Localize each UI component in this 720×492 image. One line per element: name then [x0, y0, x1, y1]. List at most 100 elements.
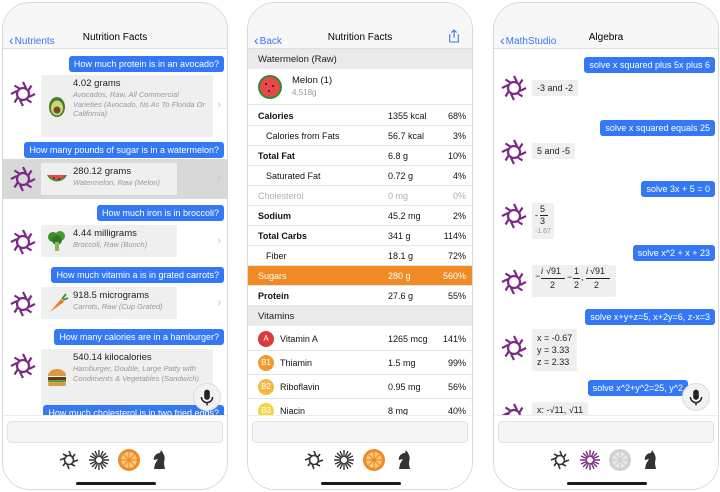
nutrient-row[interactable]: Sodium 45.2 mg 2% — [248, 206, 472, 226]
vitamin-percent: 141% — [442, 334, 466, 344]
question-bubble: How much vitamin a is in grated carrots? — [51, 267, 224, 283]
nutrient-label: Total Carbs — [258, 231, 307, 241]
nutrient-label: Sodium — [258, 211, 291, 221]
question-bubble: solve x^2 + x + 23 — [632, 245, 715, 261]
question-bubble: How much iron is in broccoli? — [96, 205, 224, 221]
vitamin-label: Riboflavin — [280, 382, 320, 392]
tab-math-logo-icon[interactable] — [57, 448, 81, 472]
share-icon[interactable] — [448, 29, 460, 48]
broccoli-icon — [44, 228, 70, 254]
answer-card[interactable]: 5 and -5 — [532, 143, 576, 159]
question-bubble: solve x squared equals 25 — [600, 120, 715, 136]
nutrient-row[interactable]: Protein 27.6 g 55% — [248, 286, 472, 306]
nutrient-label: Calories from Fats — [266, 131, 340, 141]
nutrition-table[interactable]: Watermelon (Raw) Melon (1) 4,518g Calori… — [248, 49, 472, 415]
tab-knight-icon[interactable] — [392, 448, 416, 472]
question-bubble: How much protein is in an avocado? — [68, 56, 224, 72]
tab-knight-icon[interactable] — [638, 448, 662, 472]
nutrient-label: Cholesterol — [258, 191, 304, 201]
nutrient-percent: 0% — [452, 191, 466, 201]
chat-area[interactable]: solve x squared plus 5x plus 6 -3 and -2… — [494, 49, 718, 415]
nutrient-row[interactable]: Calories from Fats 56.7 kcal 3% — [248, 126, 472, 146]
tab-bar — [494, 448, 718, 478]
vitamin-row[interactable]: A Vitamin A 1265 mcg 141% — [248, 327, 472, 351]
chevron-right-icon: › — [217, 99, 221, 111]
bottom-bar — [3, 415, 227, 489]
chat-area[interactable]: How much protein is in an avocado? 4.02 … — [3, 49, 227, 415]
question-bubble: How many calories are in a hamburger? — [54, 329, 224, 345]
tab-math-logo-icon[interactable] — [302, 448, 326, 472]
app-logo-icon — [8, 227, 38, 257]
nutrient-row[interactable]: Cholesterol 0 mg 0% — [248, 186, 472, 206]
tab-starburst-icon[interactable] — [332, 448, 356, 472]
nutrient-row[interactable]: Total Fat 6.8 g 10% — [248, 146, 472, 166]
nutrient-percent: 10% — [447, 151, 466, 161]
nutrient-label: Fiber — [266, 251, 287, 261]
answer-card[interactable]: - 5 3 -1.67 — [532, 203, 554, 239]
microphone-button[interactable] — [193, 383, 221, 411]
chevron-right-icon: › — [217, 235, 221, 247]
tab-math-logo-icon[interactable] — [548, 448, 572, 472]
app-logo-icon — [499, 267, 529, 297]
nutrient-row[interactable]: Total Carbs 341 g 114% — [248, 226, 472, 246]
vitamin-row[interactable]: B1 Thiamin 1.5 mg 99% — [248, 351, 472, 375]
nutrient-row[interactable]: Fiber 18.1 g 72% — [248, 246, 472, 266]
vitamin-label: Niacin — [280, 406, 306, 415]
tab-starburst-icon[interactable] — [87, 448, 111, 472]
answer-card[interactable]: 4.02 grams Avocados, Raw, All Commercial… — [41, 75, 213, 137]
answer-card[interactable]: x: -√11, √11 — [532, 402, 589, 415]
page-title: Algebra — [588, 32, 624, 43]
tab-orange-slice-icon[interactable] — [117, 448, 141, 472]
vitamins-header: Vitamins — [248, 306, 472, 326]
vitamin-badge: B2 — [258, 379, 274, 395]
query-input[interactable] — [498, 421, 714, 443]
query-input[interactable] — [252, 421, 468, 443]
query-input[interactable] — [7, 421, 223, 443]
app-logo-icon — [8, 289, 38, 319]
vitamin-row[interactable]: B2 Riboflavin 0.95 mg 56% — [248, 375, 472, 399]
app-logo-icon — [8, 164, 38, 194]
nutrient-percent: 114% — [443, 231, 466, 241]
nav-bar: ‹MathStudio Algebra — [494, 3, 718, 49]
answer-card[interactable]: 4.44 milligrams Broccoli, Raw (Bunch) — [41, 225, 177, 257]
nutrient-percent: 2% — [452, 211, 466, 221]
answer-card[interactable]: − i √91 2 − 1 2 , i √91 2 — [532, 265, 616, 297]
microphone-button[interactable] — [682, 383, 710, 411]
vitamin-label: Vitamin A — [280, 334, 318, 344]
tab-orange-slice-icon[interactable] — [608, 448, 632, 472]
nutrient-amount: 280 g — [388, 271, 411, 281]
app-logo-icon — [8, 79, 38, 109]
nutrient-row[interactable]: Calories 1355 kcal 68% — [248, 106, 472, 126]
nutrient-percent: 68% — [447, 111, 466, 121]
vitamin-amount: 8 mg — [388, 406, 409, 415]
question-bubble: solve 3x + 5 = 0 — [641, 181, 715, 197]
nutrient-label: Protein — [258, 291, 290, 301]
tab-bar — [3, 448, 227, 478]
nutrient-amount: 0.72 g — [388, 171, 414, 181]
nutrient-row[interactable]: Saturated Fat 0.72 g 4% — [248, 166, 472, 186]
app-logo-icon — [8, 351, 38, 381]
app-logo-icon — [499, 137, 529, 167]
answer-card[interactable]: 280.12 grams Watermelon, Raw (Melon) — [41, 163, 177, 195]
tab-knight-icon[interactable] — [147, 448, 171, 472]
nutrient-row[interactable]: Sugars 280 g 560% — [248, 266, 472, 286]
bottom-bar — [248, 415, 472, 489]
answer-card[interactable]: 918.5 micrograms Carrots, Raw (Cup Grate… — [41, 287, 177, 319]
nav-bar: ‹Nutrients Nutrition Facts — [3, 3, 227, 49]
tab-starburst-icon[interactable] — [578, 448, 602, 472]
hamburger-icon — [44, 364, 70, 390]
answer-card[interactable]: -3 and -2 — [532, 80, 579, 96]
vitamin-badge: A — [258, 331, 274, 347]
vitamin-percent: 99% — [447, 358, 466, 368]
tab-orange-slice-icon[interactable] — [362, 448, 386, 472]
food-name: Melon (1) — [292, 75, 333, 86]
app-logo-icon — [499, 73, 529, 103]
tab-bar — [248, 448, 472, 478]
nutrient-amount: 56.7 kcal — [388, 131, 425, 141]
answer-card[interactable]: x = -0.67 y = 3.33 z = 2.33 — [532, 329, 578, 371]
page-title: Nutrition Facts — [327, 32, 393, 43]
vitamin-row[interactable]: B3 Niacin 8 mg 40% — [248, 399, 472, 415]
answer-card[interactable]: 540.14 kilocalories Hamburger, Double, L… — [41, 349, 213, 405]
nutrient-amount: 6.8 g — [388, 151, 409, 161]
chevron-right-icon: › — [217, 173, 221, 185]
